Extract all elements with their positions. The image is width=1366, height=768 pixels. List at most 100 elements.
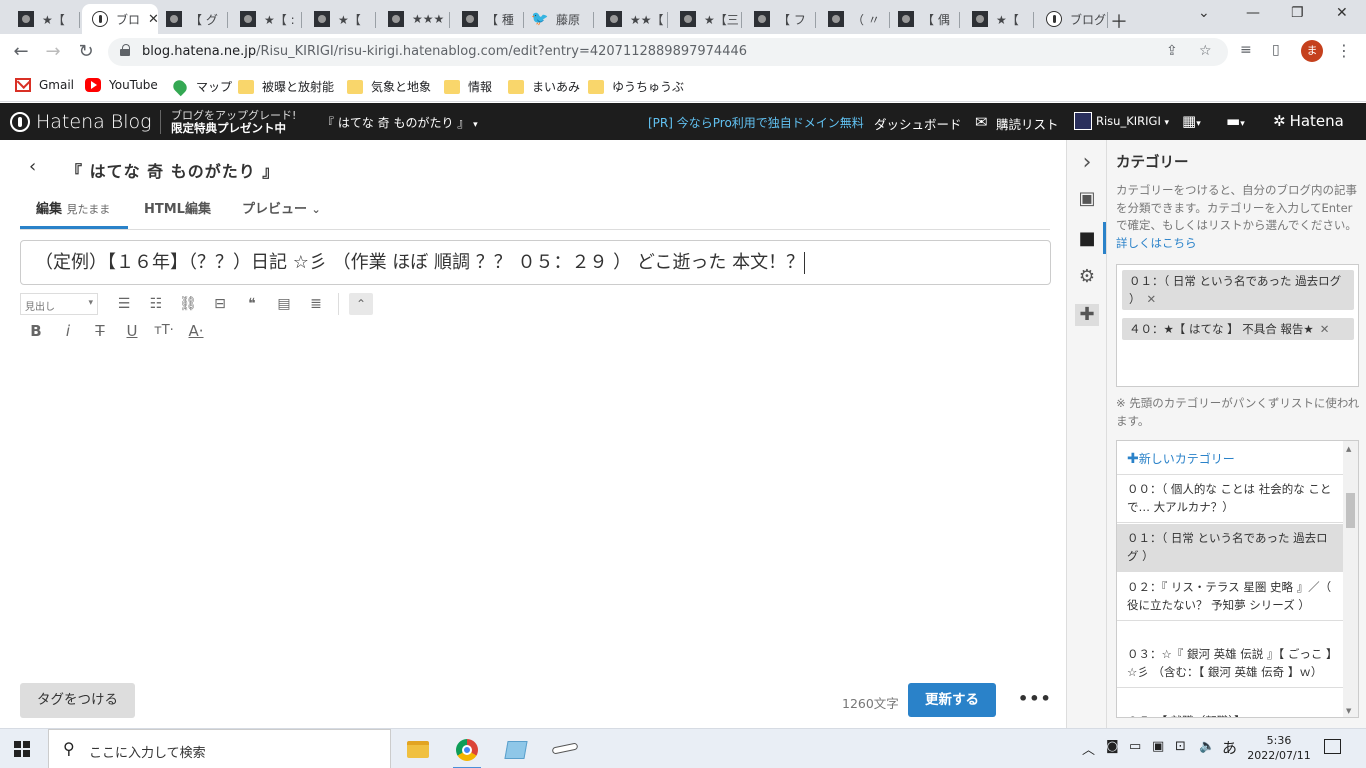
category-folder-icon[interactable]: ■ — [1075, 228, 1099, 249]
reading-list-link[interactable]: 購読リスト — [996, 114, 1059, 133]
chrome-app[interactable] — [447, 735, 487, 768]
tray-chevron-up-icon[interactable]: ︿ — [1082, 739, 1095, 758]
new-category-button[interactable]: ✚新しいカテゴリー — [1117, 441, 1343, 475]
numbered-list-icon[interactable]: ☷ — [140, 293, 172, 315]
browser-tab[interactable]: ★【 — [8, 4, 80, 34]
airplane-app[interactable] — [545, 735, 585, 768]
browser-tab[interactable]: 【 グ — [156, 4, 228, 34]
notification-balloon-icon[interactable]: ▬▾ — [1226, 112, 1245, 130]
collapse-sidebar-chevron-icon[interactable]: › — [1075, 150, 1099, 175]
category-list-item[interactable]: ０１：（ 日常 という名であった 過去ログ ） — [1117, 524, 1343, 572]
read-more-icon[interactable]: ⊟ — [204, 293, 236, 315]
font-size-icon[interactable]: тT· — [148, 320, 180, 342]
taskbar-search-box[interactable]: ⚲ ここに入力して検索 — [48, 729, 391, 768]
bookmark-gmail[interactable]: Gmail — [15, 78, 74, 92]
url-text[interactable]: blog.hatena.ne.jp/Risu_KIRIGI/risu-kirig… — [142, 44, 747, 59]
browser-menu-icon[interactable]: ⋮ — [1336, 41, 1352, 60]
browser-tab[interactable]: 【 フ — [744, 4, 816, 34]
heading-select[interactable]: 見出し — [20, 293, 98, 315]
selected-categories-input[interactable]: ０１：（ 日常 という名であった 過去ログ ） ✕ ４０：★【 はてな 】 不具合… — [1116, 264, 1359, 387]
share-icon[interactable]: ⇪ — [1166, 43, 1178, 59]
scroll-down-arrow-icon[interactable]: ▼ — [1346, 707, 1351, 715]
category-list-item[interactable]: ００：（ 個人的な ことは 社会的な ことで… 大アルカナ？） — [1117, 475, 1343, 523]
profile-avatar[interactable]: ま — [1301, 40, 1323, 62]
tab-search-icon[interactable]: ⌄ — [1198, 5, 1210, 21]
tab-edit-wysiwyg[interactable]: 編集 見たまま — [36, 198, 110, 217]
bookmark-star-icon[interactable]: ☆ — [1199, 43, 1212, 59]
browser-tab[interactable]: ★★★ — [378, 4, 450, 34]
browser-tab[interactable]: ★【 — [962, 4, 1034, 34]
browser-tab[interactable]: ★【三 — [670, 4, 742, 34]
hatena-brand-link[interactable]: ✲ Hatena — [1273, 112, 1344, 130]
network-icon[interactable]: ▣ — [1152, 739, 1164, 754]
bookmark-folder-1[interactable]: 被曝と放射能 — [238, 78, 334, 95]
browser-tab[interactable]: 【 偶 — [888, 4, 960, 34]
quote-icon[interactable]: ❝ — [236, 293, 268, 315]
category-list-item[interactable]: ０２：『 リス・テラス 星圏 史略 』／（ 役に立たない？ 予知夢 シリーズ ） — [1117, 573, 1343, 621]
back-chevron-icon[interactable]: ‹ — [29, 156, 36, 177]
reload-icon[interactable]: ↻ — [74, 40, 98, 64]
remove-chip-icon[interactable]: ✕ — [1147, 292, 1157, 306]
forward-arrow-icon[interactable]: → — [41, 40, 65, 64]
tab-html-edit[interactable]: HTML編集 — [144, 198, 211, 217]
side-panel-icon[interactable]: ▯ — [1272, 42, 1280, 58]
bookmark-folder-3[interactable]: 情報 — [444, 78, 492, 95]
user-menu[interactable]: Risu_KIRIGI ▾ — [1096, 114, 1169, 128]
scroll-up-arrow-icon[interactable]: ▲ — [1346, 445, 1351, 453]
entry-title-input[interactable]: （定例）【１６年】（？？）日記 ☆彡 （作業 ほぼ 順調 ？？ ０５：２９ ） … — [20, 240, 1051, 285]
hatena-blog-logo[interactable]: Hatena Blog — [10, 111, 152, 133]
new-tab-button[interactable]: ＋ — [1110, 8, 1128, 34]
notification-center-icon[interactable] — [1324, 739, 1341, 754]
category-list-item[interactable]: ０３：☆『 銀河 英雄 伝説 』【 ごっこ 】☆彡 （含む：【 銀河 英雄 伝奇… — [1117, 640, 1343, 688]
browser-tab[interactable]: ★★【 — [596, 4, 668, 34]
strikethrough-icon[interactable]: T — [84, 320, 116, 342]
file-explorer-app[interactable] — [398, 735, 438, 768]
browser-tab[interactable]: （ 〃 — [818, 4, 890, 34]
ime-indicator[interactable]: あ — [1222, 737, 1237, 758]
text-color-icon[interactable]: A· — [180, 320, 212, 342]
user-avatar[interactable] — [1074, 112, 1092, 130]
system-clock[interactable]: 5:36 2022/07/11 — [1247, 733, 1311, 763]
underline-icon[interactable]: U — [116, 320, 148, 342]
notepad-app[interactable] — [496, 735, 536, 768]
address-bar[interactable]: blog.hatena.ne.jp/Risu_KIRIGI/risu-kirig… — [108, 38, 1228, 66]
update-button[interactable]: 更新する — [908, 683, 996, 717]
bullet-list-icon[interactable]: ☰ — [108, 293, 140, 315]
browser-tab[interactable]: ★【 — [304, 4, 376, 34]
collapse-toolbar-icon[interactable]: ⌃ — [349, 293, 373, 315]
table-of-contents-icon[interactable]: ▤ — [268, 293, 300, 315]
reading-list-icon[interactable]: ≡ — [1240, 42, 1252, 58]
battery-icon[interactable]: ▭ — [1129, 739, 1141, 754]
bold-icon[interactable]: B — [20, 320, 52, 342]
selected-category-chip[interactable]: ０１：（ 日常 という名であった 過去ログ ） ✕ — [1122, 270, 1354, 310]
reading-list-envelope-icon[interactable]: ✉ — [975, 113, 988, 131]
windows-start-icon[interactable] — [14, 741, 30, 757]
dashboard-link[interactable]: ダッシュボード — [874, 114, 962, 133]
add-tag-button[interactable]: タグをつける — [20, 683, 135, 718]
category-list-scrollbar[interactable]: ▲ ▼ — [1343, 441, 1358, 717]
selected-category-chip[interactable]: ４０：★【 はてな 】 不具合 報告★ ✕ — [1122, 318, 1354, 340]
bookmark-folder-4[interactable]: まいあみ — [508, 78, 580, 95]
lock-icon[interactable] — [120, 44, 130, 56]
pr-link[interactable]: [PR] 今ならPro利用で独自ドメイン無料 — [648, 114, 864, 131]
maximize-button[interactable]: ❐ — [1291, 5, 1304, 21]
bookmark-maps[interactable]: マップ — [170, 77, 232, 96]
settings-gear-icon[interactable]: ⚙ — [1075, 266, 1099, 287]
close-window-button[interactable]: ✕ — [1336, 5, 1348, 21]
minimize-button[interactable]: — — [1246, 5, 1260, 21]
camera-icon[interactable]: ◙ — [1106, 739, 1119, 754]
browser-tab[interactable]: 🐦 藤原 — [522, 4, 594, 34]
browser-tab[interactable]: 【 種 — [452, 4, 524, 34]
bookmark-folder-5[interactable]: ゆうちゅうぶ — [588, 78, 684, 95]
italic-icon[interactable]: i — [52, 320, 84, 342]
volume-icon[interactable]: 🔈 — [1199, 739, 1215, 754]
blog-switcher[interactable]: 『 はてな 奇 ものがたり 』 ▾ — [322, 114, 478, 131]
link-icon[interactable]: ⛓ — [172, 293, 204, 315]
browser-tab[interactable]: ★【 : — [230, 4, 302, 34]
bookmark-folder-2[interactable]: 気象と地象 — [347, 78, 431, 95]
remove-chip-icon[interactable]: ✕ — [1320, 322, 1330, 336]
scrollbar-thumb[interactable] — [1346, 493, 1355, 528]
help-link[interactable]: 詳しくはこちら — [1116, 236, 1197, 250]
tab-preview[interactable]: プレビュー ⌄ — [242, 198, 321, 217]
more-options-icon[interactable]: ••• — [1018, 689, 1052, 708]
